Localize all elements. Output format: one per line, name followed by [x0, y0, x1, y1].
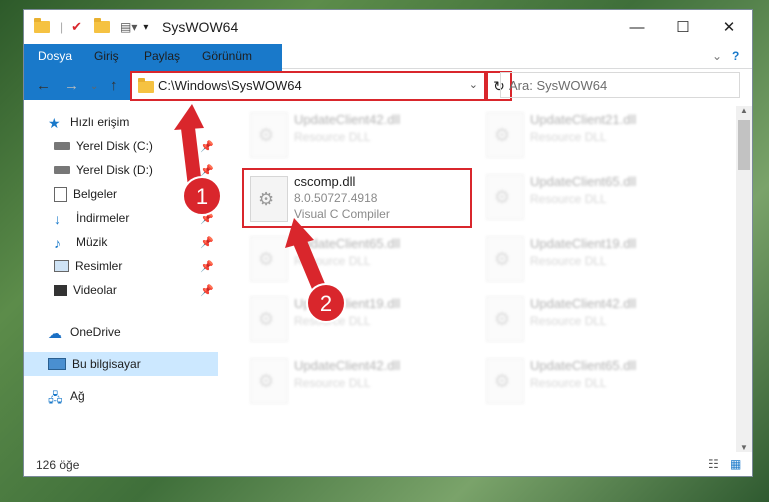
- annotation-overlay: 1 2: [174, 104, 346, 323]
- step-2-label: 2: [320, 291, 332, 316]
- arrow-1: 1: [174, 104, 222, 216]
- arrow-2: 2: [285, 218, 346, 323]
- step-1-label: 1: [196, 184, 208, 209]
